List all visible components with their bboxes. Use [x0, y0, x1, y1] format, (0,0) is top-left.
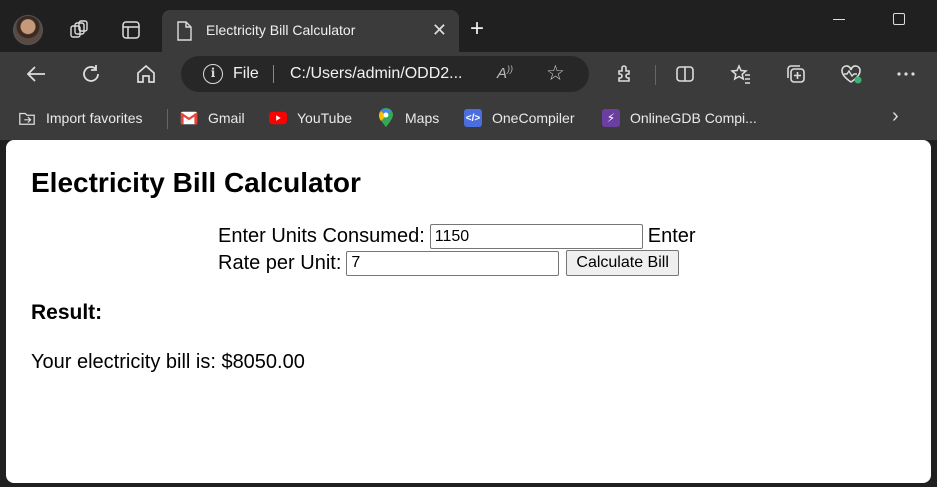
address-bar[interactable]: i File C:/Users/admin/ODD2... A)) ☆ — [181, 56, 589, 92]
onecompiler-icon: </> — [464, 109, 482, 127]
read-aloud-icon[interactable]: A)) — [497, 64, 513, 82]
toolbar-divider — [655, 65, 656, 85]
result-text: Your electricity bill is: $8050.00 — [31, 351, 305, 373]
calculate-bill-button[interactable]: Calculate Bill — [566, 250, 679, 276]
units-row: Enter Units Consumed: Enter — [218, 224, 696, 249]
rate-label-start: Enter — [647, 225, 696, 247]
rate-row: Rate per Unit: Calculate Bill — [218, 250, 679, 276]
units-label: Enter Units Consumed: — [218, 225, 425, 247]
onlinegdb-icon: ⚡ — [602, 109, 620, 127]
document-icon — [176, 21, 192, 46]
rate-input[interactable] — [346, 250, 560, 276]
favorite-import[interactable]: Import favorites — [18, 107, 142, 129]
workspaces-icon[interactable] — [67, 18, 91, 42]
close-tab-icon[interactable]: ✕ — [432, 21, 447, 39]
page-viewport: Electricity Bill Calculator Enter Units … — [6, 140, 931, 483]
browser-essentials-icon[interactable] — [839, 62, 863, 86]
collections-icon[interactable] — [784, 62, 808, 86]
tab-actions-icon[interactable] — [119, 18, 143, 42]
maximize-button[interactable] — [893, 13, 905, 25]
favorite-label: Maps — [405, 110, 440, 126]
result-heading: Result: — [31, 301, 103, 324]
favorite-label: OneCompiler — [492, 110, 575, 126]
favorite-star-icon[interactable]: ☆ — [546, 61, 565, 86]
minimize-button[interactable] — [833, 19, 845, 20]
more-options-icon[interactable] — [894, 62, 918, 86]
favorite-label: YouTube — [297, 110, 353, 126]
rate-label: Rate per Unit: — [218, 251, 342, 274]
import-icon — [18, 109, 36, 127]
refresh-icon[interactable] — [79, 62, 103, 86]
favorite-maps[interactable]: Maps — [377, 107, 439, 129]
home-icon[interactable] — [134, 62, 158, 86]
address-divider — [273, 65, 274, 83]
tab-electricity-bill[interactable]: Electricity Bill Calculator ✕ — [162, 10, 459, 52]
chevron-right-icon[interactable]: › — [892, 105, 899, 128]
extensions-icon[interactable] — [613, 62, 637, 86]
favorites-icon[interactable] — [729, 62, 753, 86]
favorite-label: Import favorites — [46, 110, 143, 126]
profile-avatar[interactable] — [13, 15, 43, 45]
maps-icon — [377, 108, 395, 127]
favorite-onecompiler[interactable]: </> OneCompiler — [464, 107, 574, 129]
split-screen-icon[interactable] — [673, 62, 697, 86]
units-input[interactable] — [429, 224, 643, 249]
tab-bar: Electricity Bill Calculator ✕ + — [0, 0, 937, 52]
new-tab-button[interactable]: + — [470, 17, 484, 41]
favorites-divider — [167, 109, 168, 129]
info-icon[interactable]: i — [203, 64, 223, 84]
gmail-icon — [180, 109, 198, 127]
address-scheme: File — [233, 65, 259, 82]
favorite-label: Gmail — [208, 110, 245, 126]
address-url[interactable]: C:/Users/admin/ODD2... — [290, 65, 462, 83]
favorites-bar: Import favorites Gmail YouTube Maps </> … — [0, 96, 937, 140]
tab-title: Electricity Bill Calculator — [206, 22, 356, 38]
youtube-icon — [269, 109, 287, 127]
favorite-gmail[interactable]: Gmail — [180, 107, 245, 129]
page-title: Electricity Bill Calculator — [31, 167, 361, 198]
back-icon[interactable] — [24, 62, 48, 86]
browser-toolbar: i File C:/Users/admin/ODD2... A)) ☆ — [0, 52, 937, 96]
favorite-youtube[interactable]: YouTube — [269, 107, 352, 129]
favorite-label: OnlineGDB Compi... — [630, 110, 757, 126]
favorite-onlinegdb[interactable]: ⚡ OnlineGDB Compi... — [602, 107, 757, 129]
